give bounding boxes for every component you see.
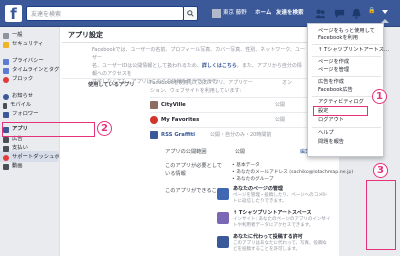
video-icon bbox=[3, 163, 9, 170]
lock-icon bbox=[3, 58, 9, 65]
timeline-icon bbox=[3, 67, 9, 74]
app-row-cityville[interactable]: CityVille 公開 ✕ bbox=[150, 99, 315, 111]
badge-icon bbox=[3, 41, 9, 48]
menu-item-create-ads[interactable]: 広告を作成 bbox=[318, 79, 344, 86]
page-icon bbox=[217, 188, 229, 200]
sidebar-item-notifications[interactable]: お知らせ bbox=[3, 92, 33, 101]
permission-insights: ↑ Tシャツプリントアートスペース インサイト: あなたのページのアプリのインサ… bbox=[217, 210, 332, 232]
used-apps-toggle[interactable]: オン bbox=[282, 79, 292, 87]
privacy-shortcuts-icon[interactable]: 🔒 bbox=[368, 7, 375, 14]
divider bbox=[312, 56, 381, 57]
post-icon bbox=[217, 236, 229, 248]
heart-icon bbox=[150, 116, 158, 124]
profile-link[interactable]: 東京 藤野 bbox=[212, 7, 250, 20]
annotation-number-3: 3 bbox=[373, 163, 388, 178]
sidebar-item-security[interactable]: セキュリティ bbox=[3, 40, 43, 49]
menu-item-logout[interactable]: ログアウト bbox=[318, 117, 344, 124]
divider bbox=[150, 97, 315, 98]
avatar bbox=[212, 9, 221, 18]
sidebar-item-videos[interactable]: 動画 bbox=[3, 162, 23, 171]
lifebuoy-icon bbox=[3, 154, 9, 161]
globe-icon bbox=[3, 93, 9, 100]
used-apps-label: 使用しているアプリ bbox=[88, 82, 135, 88]
app-row-rss-graffiti[interactable]: RSS Graffiti 公開・自分のみ・20時間前 bbox=[150, 129, 315, 141]
used-apps-text: Facebookを使用して次のアプリ、アプリケー ション、ウェブサイトを利用して… bbox=[150, 80, 254, 94]
annotation-highlight-apps bbox=[2, 122, 95, 137]
facebook-logo[interactable]: f bbox=[5, 5, 22, 23]
menu-item-help[interactable]: ヘルプ bbox=[318, 130, 334, 137]
menu-item-activity-log[interactable]: アクティビティログ bbox=[318, 99, 364, 106]
required-info-list: • 基本データ • あなたのメールアドレス (sachiko@lotachmap… bbox=[232, 163, 354, 182]
account-dropdown-menu: ページをもっと使用して Facebookを利用 ↑ Tシャツプリントアートス… … bbox=[307, 23, 389, 157]
app-privacy-value[interactable]: 公開 bbox=[235, 148, 245, 156]
annotation-number-1: 1 bbox=[372, 89, 387, 104]
messages-icon[interactable] bbox=[334, 8, 345, 19]
sidebar-item-privacy[interactable]: プライバシー bbox=[3, 57, 44, 66]
gear-icon bbox=[3, 32, 9, 39]
rss-icon bbox=[3, 111, 9, 118]
menu-item-use-facebook[interactable]: Facebookを利用 bbox=[318, 35, 358, 42]
search-input[interactable]: 友達を検索 bbox=[26, 6, 184, 21]
cityville-icon bbox=[150, 101, 158, 109]
find-friends-link[interactable]: 友達を検索 bbox=[276, 7, 304, 20]
menu-item-report-problem[interactable]: 問題を報告 bbox=[318, 139, 344, 146]
sidebar-item-mobile[interactable]: モバイル bbox=[3, 101, 31, 110]
learn-more-link[interactable]: 詳しくはこちら bbox=[202, 63, 237, 69]
insights-icon bbox=[217, 212, 229, 224]
credit-card-icon bbox=[3, 145, 9, 152]
sidebar-item-blocking[interactable]: ブロック bbox=[3, 75, 33, 84]
friend-requests-icon[interactable] bbox=[315, 8, 326, 19]
divider bbox=[150, 112, 315, 113]
menu-item-manage-pages[interactable]: ページを管理 bbox=[318, 67, 349, 74]
menu-item-page-tshirt[interactable]: ↑ Tシャツプリントアートス… bbox=[318, 47, 389, 54]
search-icon bbox=[187, 10, 194, 17]
search-button[interactable] bbox=[184, 6, 198, 21]
divider bbox=[62, 42, 312, 43]
annotation-highlight-settings bbox=[313, 106, 368, 116]
profile-name: 東京 藤野 bbox=[223, 10, 247, 16]
app-row-my-favorites[interactable]: My Favorites 公開 ✕ bbox=[150, 114, 315, 126]
can-do-label: このアプリができること bbox=[165, 188, 222, 194]
sidebar-item-payments[interactable]: 支払い bbox=[3, 144, 28, 153]
required-info-label: このアプリが必要として いる情報 bbox=[165, 163, 222, 177]
divider bbox=[312, 76, 381, 77]
ads-icon bbox=[3, 136, 9, 143]
annotation-highlight-remove-buttons bbox=[366, 180, 396, 250]
sidebar-item-general[interactable]: 一般 bbox=[3, 31, 23, 40]
permission-post-on-behalf: あなたに代わって投稿する許可 このアプリはあなたに代わって、写真、投稿などを投稿… bbox=[217, 234, 332, 256]
block-icon bbox=[3, 76, 9, 83]
annotation-number-2: 2 bbox=[97, 121, 112, 136]
menu-item-use-page[interactable]: ページをもっと使用して bbox=[318, 28, 375, 35]
notifications-icon[interactable] bbox=[351, 8, 362, 19]
menu-item-create-page[interactable]: ページを作成 bbox=[318, 59, 349, 66]
remove-icon[interactable]: ✕ bbox=[321, 239, 326, 246]
sidebar-item-followers[interactable]: フォロワー bbox=[3, 110, 39, 119]
remove-icon[interactable]: ✕ bbox=[321, 215, 326, 222]
mobile-icon bbox=[3, 102, 7, 109]
home-link[interactable]: ホーム bbox=[255, 7, 271, 20]
rss-graffiti-icon bbox=[150, 131, 158, 139]
divider bbox=[312, 96, 381, 97]
divider bbox=[150, 127, 315, 128]
divider bbox=[312, 44, 381, 45]
divider bbox=[312, 127, 381, 128]
app-privacy-label: アプリの公開範囲 bbox=[165, 149, 207, 155]
page-title: アプリ設定 bbox=[68, 31, 103, 39]
menu-item-facebook-ads[interactable]: Facebook広告 bbox=[318, 87, 353, 94]
account-menu-caret-icon[interactable] bbox=[382, 10, 388, 14]
remove-icon[interactable]: ✕ bbox=[321, 191, 326, 198]
permission-manage-pages: あなたのページの管理 ページを管理・投稿したり、ページへのコメントに返信したりで… bbox=[217, 186, 332, 208]
